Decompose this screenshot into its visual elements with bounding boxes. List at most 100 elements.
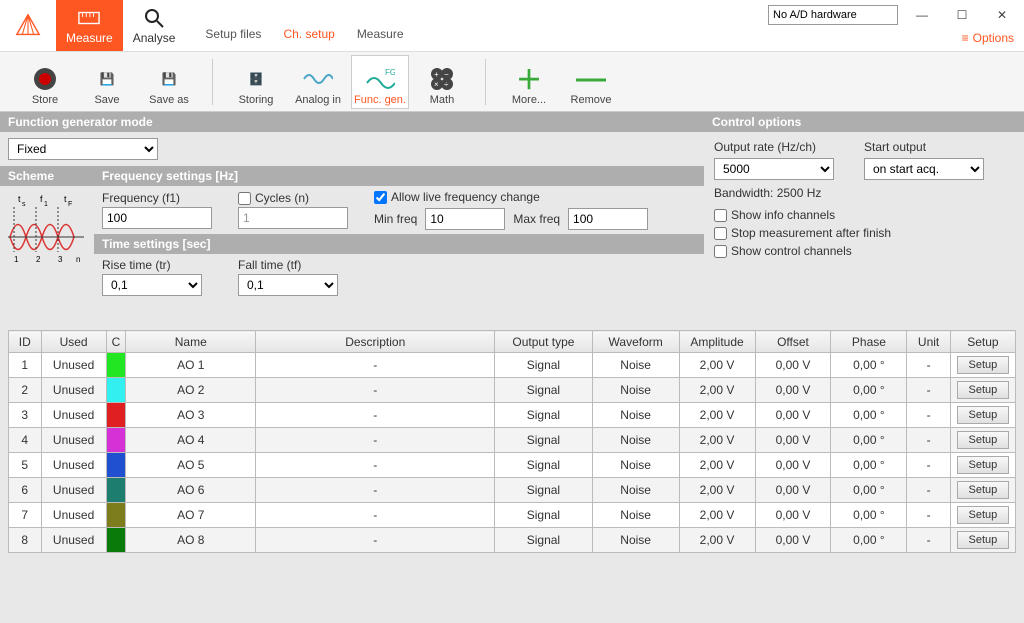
ribbon-analyse[interactable]: Analyse (123, 0, 186, 51)
cell-wave[interactable]: Noise (592, 403, 679, 428)
store-button[interactable]: Store (16, 55, 74, 109)
cell-off[interactable]: 0,00 V (755, 378, 831, 403)
cell-desc[interactable]: - (256, 503, 495, 528)
cell-ph[interactable]: 0,00 ° (831, 428, 907, 453)
cell-wave[interactable]: Noise (592, 378, 679, 403)
table-row[interactable]: 1UnusedAO 1-SignalNoise2,00 V0,00 V0,00 … (9, 353, 1016, 378)
cell-out[interactable]: Signal (495, 453, 593, 478)
more-button[interactable]: ＋More... (500, 55, 558, 109)
cell-desc[interactable]: - (256, 403, 495, 428)
table-row[interactable]: 5UnusedAO 5-SignalNoise2,00 V0,00 V0,00 … (9, 453, 1016, 478)
cell-out[interactable]: Signal (495, 378, 593, 403)
cell-off[interactable]: 0,00 V (755, 478, 831, 503)
cell-out[interactable]: Signal (495, 403, 593, 428)
funcgen-button[interactable]: FGFunc. gen. (351, 55, 409, 109)
cell-used[interactable]: Unused (41, 528, 106, 553)
th-used[interactable]: Used (41, 331, 106, 353)
cell-desc[interactable]: - (256, 428, 495, 453)
rate-select[interactable]: 5000 (714, 158, 834, 180)
cell-color[interactable] (106, 353, 126, 378)
cell-name[interactable]: AO 3 (126, 403, 256, 428)
cell-ph[interactable]: 0,00 ° (831, 378, 907, 403)
cell-ph[interactable]: 0,00 ° (831, 503, 907, 528)
cell-desc[interactable]: - (256, 478, 495, 503)
cell-name[interactable]: AO 1 (126, 353, 256, 378)
close-button[interactable]: ✕ (986, 4, 1018, 26)
cell-unit[interactable]: - (907, 428, 950, 453)
rise-select[interactable]: 0,1 (102, 274, 202, 296)
cell-off[interactable]: 0,00 V (755, 503, 831, 528)
cell-unit[interactable]: - (907, 378, 950, 403)
setup-button[interactable]: Setup (957, 356, 1009, 374)
allow-live-check[interactable]: Allow live frequency change (374, 190, 696, 204)
remove-button[interactable]: —Remove (562, 55, 620, 109)
table-row[interactable]: 8UnusedAO 8-SignalNoise2,00 V0,00 V0,00 … (9, 528, 1016, 553)
saveas-button[interactable]: 💾Save as (140, 55, 198, 109)
th-name[interactable]: Name (126, 331, 256, 353)
cell-name[interactable]: AO 5 (126, 453, 256, 478)
th-out[interactable]: Output type (495, 331, 593, 353)
cell-unit[interactable]: - (907, 403, 950, 428)
cell-color[interactable] (106, 403, 126, 428)
cell-wave[interactable]: Noise (592, 478, 679, 503)
show-ctrl-check[interactable]: Show control channels (714, 244, 1014, 258)
setup-button[interactable]: Setup (957, 431, 1009, 449)
show-info-check[interactable]: Show info channels (714, 208, 1014, 222)
save-button[interactable]: 💾Save (78, 55, 136, 109)
cell-name[interactable]: AO 7 (126, 503, 256, 528)
cell-used[interactable]: Unused (41, 453, 106, 478)
cell-desc[interactable]: - (256, 378, 495, 403)
th-unit[interactable]: Unit (907, 331, 950, 353)
cell-off[interactable]: 0,00 V (755, 528, 831, 553)
options-link[interactable]: ≡ Options (962, 31, 1014, 45)
cell-color[interactable] (106, 478, 126, 503)
tab-setup-files[interactable]: Setup files (203, 23, 263, 45)
cell-color[interactable] (106, 378, 126, 403)
th-ph[interactable]: Phase (831, 331, 907, 353)
th-c[interactable]: C (106, 331, 126, 353)
maximize-button[interactable]: ☐ (946, 4, 978, 26)
cell-desc[interactable]: - (256, 353, 495, 378)
minimize-button[interactable]: — (906, 4, 938, 26)
cell-amp[interactable]: 2,00 V (679, 478, 755, 503)
cycles-check[interactable]: Cycles (n) (238, 191, 366, 205)
setup-button[interactable]: Setup (957, 531, 1009, 549)
cell-ph[interactable]: 0,00 ° (831, 528, 907, 553)
table-row[interactable]: 4UnusedAO 4-SignalNoise2,00 V0,00 V0,00 … (9, 428, 1016, 453)
cell-wave[interactable]: Noise (592, 353, 679, 378)
cell-amp[interactable]: 2,00 V (679, 528, 755, 553)
cell-color[interactable] (106, 528, 126, 553)
cell-out[interactable]: Signal (495, 528, 593, 553)
max-input[interactable] (568, 208, 648, 230)
table-row[interactable]: 2UnusedAO 2-SignalNoise2,00 V0,00 V0,00 … (9, 378, 1016, 403)
mode-select[interactable]: Fixed (8, 138, 158, 160)
stop-after-check[interactable]: Stop measurement after finish (714, 226, 1014, 240)
cell-wave[interactable]: Noise (592, 428, 679, 453)
cell-ph[interactable]: 0,00 ° (831, 353, 907, 378)
cell-color[interactable] (106, 428, 126, 453)
th-desc[interactable]: Description (256, 331, 495, 353)
cell-amp[interactable]: 2,00 V (679, 353, 755, 378)
cell-wave[interactable]: Noise (592, 503, 679, 528)
hardware-combo[interactable] (768, 5, 898, 25)
cell-unit[interactable]: - (907, 453, 950, 478)
cell-out[interactable]: Signal (495, 428, 593, 453)
th-wave[interactable]: Waveform (592, 331, 679, 353)
cell-used[interactable]: Unused (41, 378, 106, 403)
th-off[interactable]: Offset (755, 331, 831, 353)
cell-off[interactable]: 0,00 V (755, 453, 831, 478)
cell-off[interactable]: 0,00 V (755, 353, 831, 378)
setup-button[interactable]: Setup (957, 506, 1009, 524)
cell-desc[interactable]: - (256, 453, 495, 478)
cell-used[interactable]: Unused (41, 403, 106, 428)
th-amp[interactable]: Amplitude (679, 331, 755, 353)
cell-amp[interactable]: 2,00 V (679, 428, 755, 453)
cell-used[interactable]: Unused (41, 428, 106, 453)
cell-used[interactable]: Unused (41, 478, 106, 503)
analogin-button[interactable]: Analog in (289, 55, 347, 109)
tab-ch-setup[interactable]: Ch. setup (281, 23, 336, 45)
cell-amp[interactable]: 2,00 V (679, 378, 755, 403)
cell-unit[interactable]: - (907, 503, 950, 528)
cell-amp[interactable]: 2,00 V (679, 503, 755, 528)
storing-button[interactable]: 🗄️Storing (227, 55, 285, 109)
